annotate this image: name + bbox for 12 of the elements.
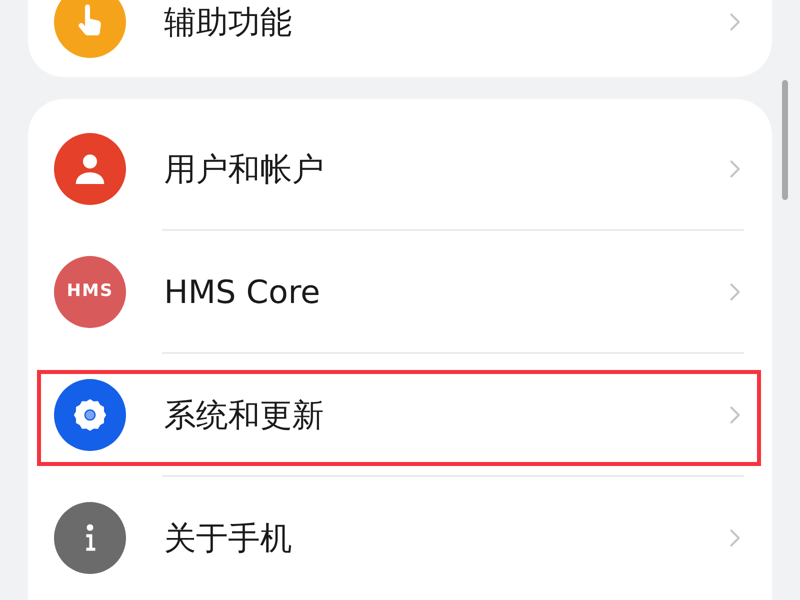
item-label: 用户和帐户 [164,148,325,190]
scrollbar[interactable] [782,80,788,200]
item-label: 系统和更新 [164,394,325,436]
settings-item[interactable]: HMS HMS Core [28,231,772,352]
item-label: HMS Core [164,272,322,312]
hms-logo-icon: HMS [54,256,126,328]
settings-item[interactable]: 用户和帐户 [28,108,772,229]
settings-item[interactable]: 辅助功能 [28,0,772,77]
settings-item[interactable]: 关于手机 [28,477,772,598]
item-label: 辅助功能 [164,2,293,43]
item-label: 关于手机 [164,518,293,558]
settings-item[interactable]: 系统和更新 [28,354,772,475]
